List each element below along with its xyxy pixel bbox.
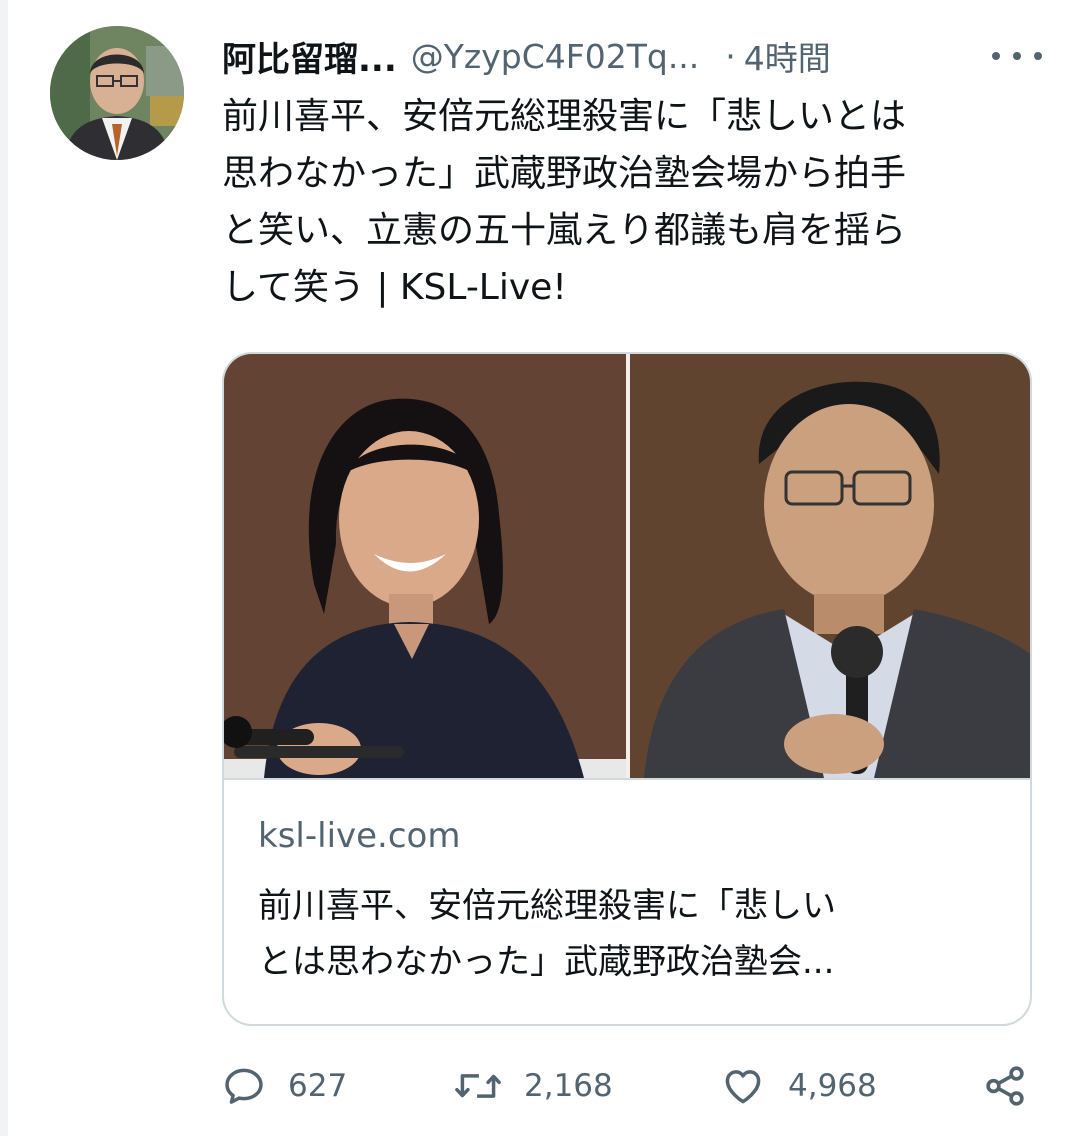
retweet-count: 2,168 [524, 1068, 613, 1104]
author-handle[interactable]: @YzypC4F02Tq... [411, 37, 700, 76]
more-dot [1034, 52, 1042, 60]
card-title-line: とは思わなかった」武蔵野政治塾会... [258, 942, 835, 982]
left-edge-divider [0, 0, 8, 1136]
more-icon[interactable] [992, 40, 1042, 72]
heart-icon [725, 1070, 761, 1104]
reply-icon [225, 1068, 263, 1104]
more-dot [992, 52, 1000, 60]
tweet-text: 前川喜平、安倍元総理殺害に「悲しいとは 思わなかった」武蔵野政治塾会場から拍手 … [222, 88, 1022, 316]
tweet-text-line: 思わなかった」武蔵野政治塾会場から拍手 [222, 153, 907, 194]
share-icon [986, 1066, 1024, 1106]
card-domain: ksl-live.com [258, 816, 461, 856]
card-image [224, 354, 1030, 780]
tweet-actions: 627 2,168 4,968 [222, 1058, 1032, 1114]
more-dot [1013, 52, 1021, 60]
author-avatar[interactable] [50, 26, 184, 160]
tweet-text-line: 前川喜平、安倍元総理殺害に「悲しいとは [222, 96, 907, 137]
tweet-header: 阿比留瑠... @YzypC4F02Tq... · 4時間 [222, 28, 1042, 84]
tweet-text-line: して笑う | KSL-Live! [222, 267, 567, 308]
share-button[interactable] [982, 1058, 1028, 1114]
reply-count: 627 [288, 1068, 348, 1104]
reply-button[interactable]: 627 [222, 1058, 347, 1114]
tweet-timestamp[interactable]: 4時間 [744, 32, 831, 80]
retweet-button[interactable]: 2,168 [454, 1058, 613, 1114]
header-separator: · [725, 36, 736, 76]
card-title: 前川喜平、安倍元総理殺害に「悲しい とは思わなかった」武蔵野政治塾会... [258, 878, 998, 990]
like-button[interactable]: 4,968 [720, 1058, 877, 1114]
like-count: 4,968 [788, 1068, 877, 1104]
card-title-line: 前川喜平、安倍元総理殺害に「悲しい [258, 886, 836, 926]
link-preview-card[interactable]: ksl-live.com 前川喜平、安倍元総理殺害に「悲しい とは思わなかった」… [222, 352, 1032, 1026]
tweet-text-line: と笑い、立憲の五十嵐えり都議も肩を揺ら [222, 210, 907, 251]
author-display-name[interactable]: 阿比留瑠... [222, 32, 397, 81]
retweet-icon [455, 1074, 501, 1098]
